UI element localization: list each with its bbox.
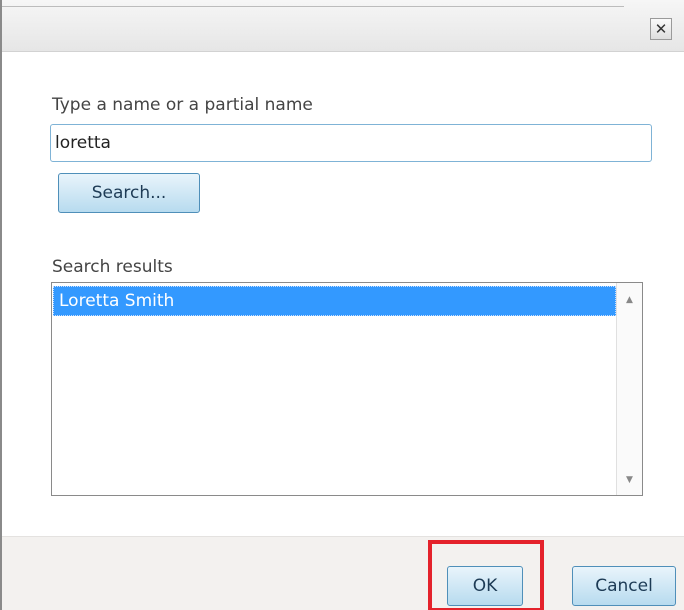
ok-button[interactable]: OK xyxy=(447,566,523,606)
name-search-input[interactable] xyxy=(50,124,652,162)
dialog-titlebar: ✕ xyxy=(2,0,684,52)
scroll-down-arrow-icon[interactable]: ▼ xyxy=(617,469,642,491)
search-prompt-label: Type a name or a partial name xyxy=(52,95,313,115)
close-icon: ✕ xyxy=(654,19,668,38)
close-button[interactable]: ✕ xyxy=(650,18,672,40)
results-scrollbar[interactable]: ▲ ▼ xyxy=(616,283,642,495)
scroll-up-arrow-icon[interactable]: ▲ xyxy=(617,289,642,311)
people-picker-dialog: ✕ Type a name or a partial name Search..… xyxy=(0,0,684,610)
search-results-label: Search results xyxy=(52,257,173,277)
search-button[interactable]: Search... xyxy=(58,173,200,213)
search-results-list[interactable]: Loretta Smith ▲ ▼ xyxy=(51,282,643,496)
results-items: Loretta Smith xyxy=(53,286,616,316)
cancel-button[interactable]: Cancel xyxy=(572,566,676,606)
list-item-selected[interactable]: Loretta Smith xyxy=(53,286,616,316)
titlebar-frame-line xyxy=(2,6,624,7)
